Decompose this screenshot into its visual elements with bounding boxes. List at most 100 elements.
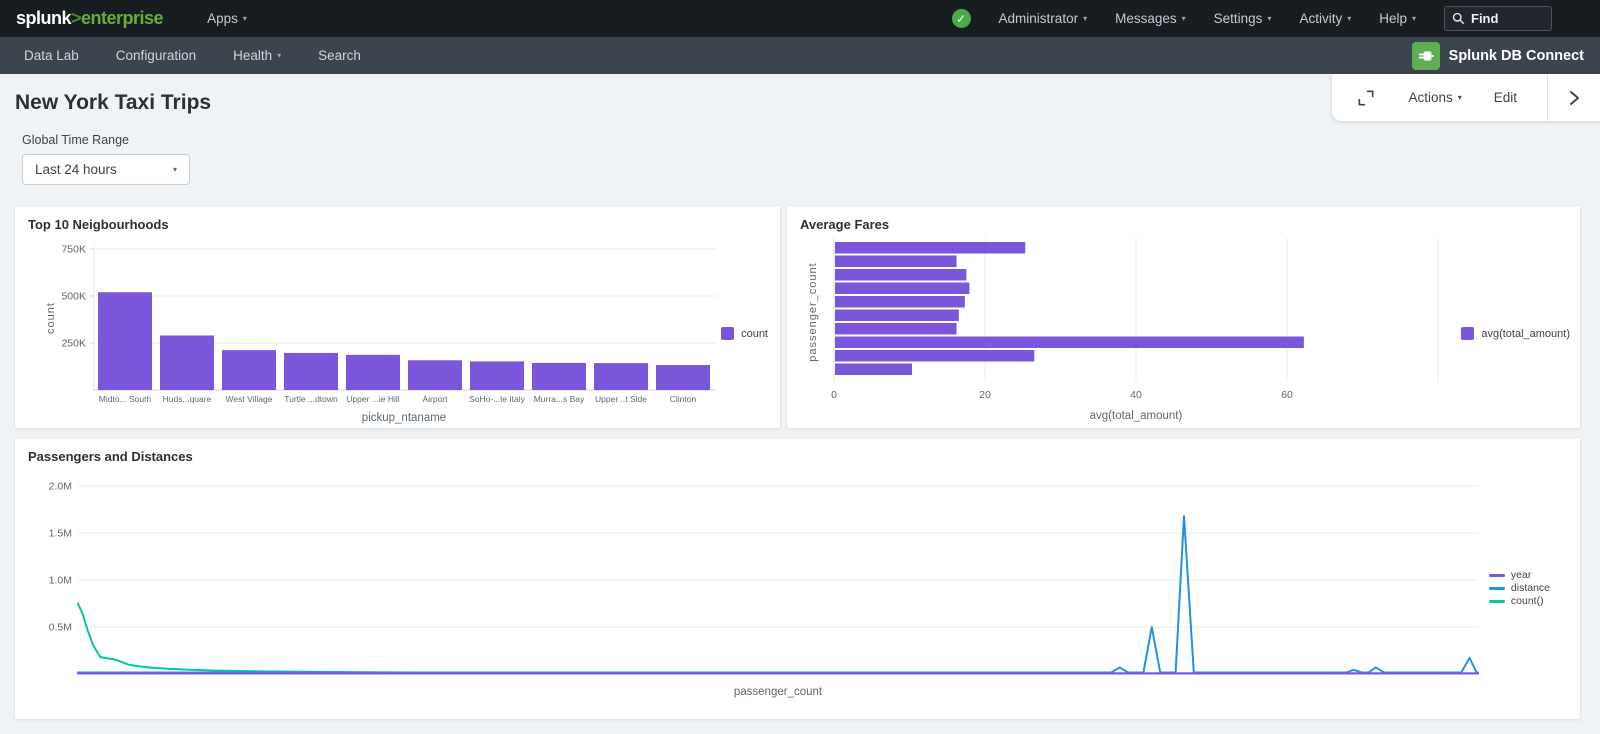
x-tick-label: Murra...s Bay <box>534 394 585 404</box>
menu-administrator[interactable]: Administrator▾ <box>999 11 1088 26</box>
bar-8[interactable] <box>594 363 648 390</box>
chevron-down-icon: ▾ <box>1458 94 1462 102</box>
legend-swatch <box>1489 600 1505 603</box>
svg-text:750K: 750K <box>61 244 86 256</box>
bar-1[interactable] <box>835 256 957 268</box>
panel-title: Top 10 Neigbourhoods <box>28 217 767 232</box>
time-range-value: Last 24 hours <box>35 162 117 177</box>
app-nav-bar: Data Lab Configuration Health▾ Search Sp… <box>0 37 1600 74</box>
svg-text:500K: 500K <box>61 291 86 303</box>
legend-label: distance <box>1511 582 1550 594</box>
legend-label: count() <box>1511 595 1544 607</box>
panel-title: Average Fares <box>800 217 1567 232</box>
splunk-logo[interactable]: splunk>enterprise <box>16 8 163 29</box>
legend[interactable]: yeardistancecount() <box>1489 569 1550 607</box>
bar-2[interactable] <box>835 269 966 281</box>
time-range-label: Global Time Range <box>22 133 1600 147</box>
find-search-box[interactable] <box>1444 6 1552 31</box>
bar-6[interactable] <box>470 361 524 390</box>
time-range-dropdown[interactable]: Last 24 hours ▾ <box>22 154 190 185</box>
panel-row-top: Top 10 Neigbourhoods 250K500K750KMidto..… <box>14 205 1581 429</box>
legend[interactable]: count <box>721 327 768 340</box>
menu-help[interactable]: Help▾ <box>1379 11 1416 26</box>
menu-settings[interactable]: Settings▾ <box>1214 11 1272 26</box>
x-tick-label: Turtle ...dtown <box>284 394 338 404</box>
x-tick-label: Huds...quare <box>163 394 212 404</box>
svg-text:1.5M: 1.5M <box>49 528 72 540</box>
find-input[interactable] <box>1471 11 1541 26</box>
y-axis-label: count <box>45 302 57 334</box>
x-tick-label: Airport <box>422 394 448 404</box>
fares-chart-svg: 0204060avg(total_amount)passenger_count <box>800 232 1460 429</box>
x-tick-label: SoHo-...le Italy <box>469 394 525 404</box>
apps-menu[interactable]: Apps▾ <box>207 11 247 26</box>
svg-text:0: 0 <box>831 389 837 401</box>
bar-4[interactable] <box>835 296 965 308</box>
menu-activity[interactable]: Activity▾ <box>1299 11 1351 26</box>
panel-title: Passengers and Distances <box>28 449 1567 464</box>
nav-data-lab[interactable]: Data Lab <box>24 48 79 63</box>
topbar-right-group: ✓ Administrator▾ Messages▾ Settings▾ Act… <box>952 6 1552 31</box>
health-status-icon[interactable]: ✓ <box>952 9 971 28</box>
bar-7[interactable] <box>835 337 1304 349</box>
panel-top10-neighbourhoods: Top 10 Neigbourhoods 250K500K750KMidto..… <box>14 205 781 429</box>
dashboard-content: New York Taxi Trips Global Time Range La… <box>0 74 1600 734</box>
nav-health[interactable]: Health▾ <box>233 48 281 63</box>
bar-5[interactable] <box>835 310 959 322</box>
dashboard-toolbar: Actions▾ Edit <box>1332 74 1600 121</box>
actions-menu[interactable]: Actions▾ <box>1408 90 1461 105</box>
legend-swatch <box>1489 587 1505 590</box>
bar-5[interactable] <box>408 360 462 390</box>
y-axis-label: passenger_count <box>807 262 819 361</box>
x-tick-label: Upper ...ie Hill <box>346 394 399 404</box>
logo-splunk-text: splunk <box>16 8 71 28</box>
app-identity: Splunk DB Connect <box>1412 42 1584 70</box>
nav-search[interactable]: Search <box>318 48 361 63</box>
legend-swatch <box>1489 574 1505 577</box>
edit-button[interactable]: Edit <box>1494 90 1517 105</box>
legend-item-distance[interactable]: distance <box>1489 582 1550 594</box>
legend-swatch <box>721 327 734 340</box>
bar-8[interactable] <box>835 350 1034 362</box>
svg-text:20: 20 <box>979 389 991 401</box>
top-app-bar: splunk>enterprise Apps▾ ✓ Administrator▾… <box>0 0 1600 37</box>
panel-average-fares: Average Fares 0204060avg(total_amount)pa… <box>786 205 1581 429</box>
chevron-down-icon: ▾ <box>1347 15 1351 23</box>
bar-0[interactable] <box>98 292 152 390</box>
apps-menu-label: Apps <box>207 11 238 26</box>
chevron-right-button[interactable] <box>1548 74 1600 121</box>
bar-7[interactable] <box>532 363 586 390</box>
chevron-down-icon: ▾ <box>1412 15 1416 23</box>
fullscreen-expand-icon[interactable] <box>1356 88 1376 108</box>
series-count()[interactable] <box>78 604 1478 674</box>
bar-9[interactable] <box>835 364 912 376</box>
bar-9[interactable] <box>656 365 710 390</box>
bar-3[interactable] <box>284 353 338 390</box>
top10-bar-chart: 250K500K750KMidto... SouthHuds...quareWe… <box>28 232 767 429</box>
bar-3[interactable] <box>835 283 969 295</box>
legend-item-count[interactable]: count() <box>1489 595 1544 607</box>
nav-configuration[interactable]: Configuration <box>116 48 196 63</box>
legend[interactable]: avg(total_amount) <box>1461 327 1570 340</box>
db-connect-plug-icon <box>1412 42 1440 70</box>
bar-6[interactable] <box>835 323 957 335</box>
svg-text:250K: 250K <box>61 338 86 350</box>
menu-messages[interactable]: Messages▾ <box>1115 11 1186 26</box>
bar-1[interactable] <box>160 335 214 390</box>
legend-item-year[interactable]: year <box>1489 569 1531 581</box>
logo-enterprise-text: enterprise <box>81 8 163 28</box>
panel-passengers-distances: Passengers and Distances 0.5M1.0M1.5M2.0… <box>14 437 1581 720</box>
legend-label: avg(total_amount) <box>1481 328 1570 340</box>
legend-label: year <box>1511 569 1531 581</box>
bar-4[interactable] <box>346 355 400 390</box>
x-axis-label: avg(total_amount) <box>1090 410 1183 422</box>
svg-text:40: 40 <box>1130 389 1142 401</box>
logo-gt: > <box>71 8 81 28</box>
bar-2[interactable] <box>222 350 276 390</box>
passengers-chart-svg: 0.5M1.0M1.5M2.0Mpassenger_count <box>28 464 1508 702</box>
panel-row-bottom: Passengers and Distances 0.5M1.0M1.5M2.0… <box>14 437 1581 720</box>
passengers-line-chart: 0.5M1.0M1.5M2.0Mpassenger_count <box>28 464 1567 707</box>
x-axis-label: pickup_ntaname <box>362 412 446 424</box>
bar-0[interactable] <box>835 242 1025 254</box>
series-distance[interactable] <box>78 516 1478 672</box>
